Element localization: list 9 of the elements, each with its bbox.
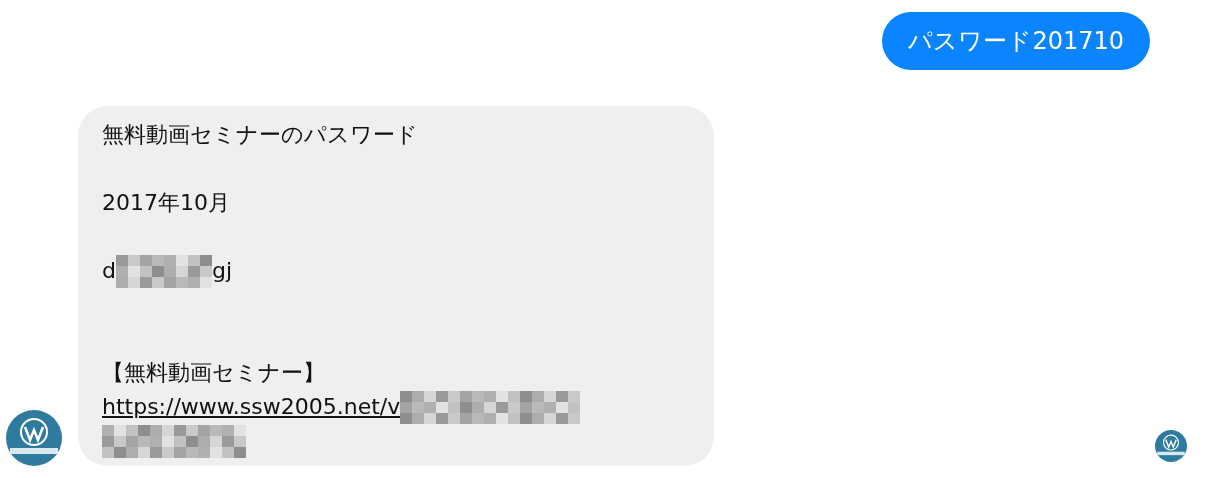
message-text: 2017年10月	[102, 189, 230, 217]
message-text: gj	[211, 257, 233, 285]
message-text: 無料動画セミナーのパスワード	[102, 121, 418, 149]
message-text: 【無料動画セミナー】	[102, 359, 325, 387]
url-link[interactable]: https://www.ssw2005.net/v	[102, 390, 401, 424]
message-text: d	[102, 257, 116, 285]
avatar-icon	[1155, 430, 1187, 462]
sent-message-bubble: パスワード201710	[882, 12, 1150, 70]
avatar-icon	[6, 410, 62, 466]
